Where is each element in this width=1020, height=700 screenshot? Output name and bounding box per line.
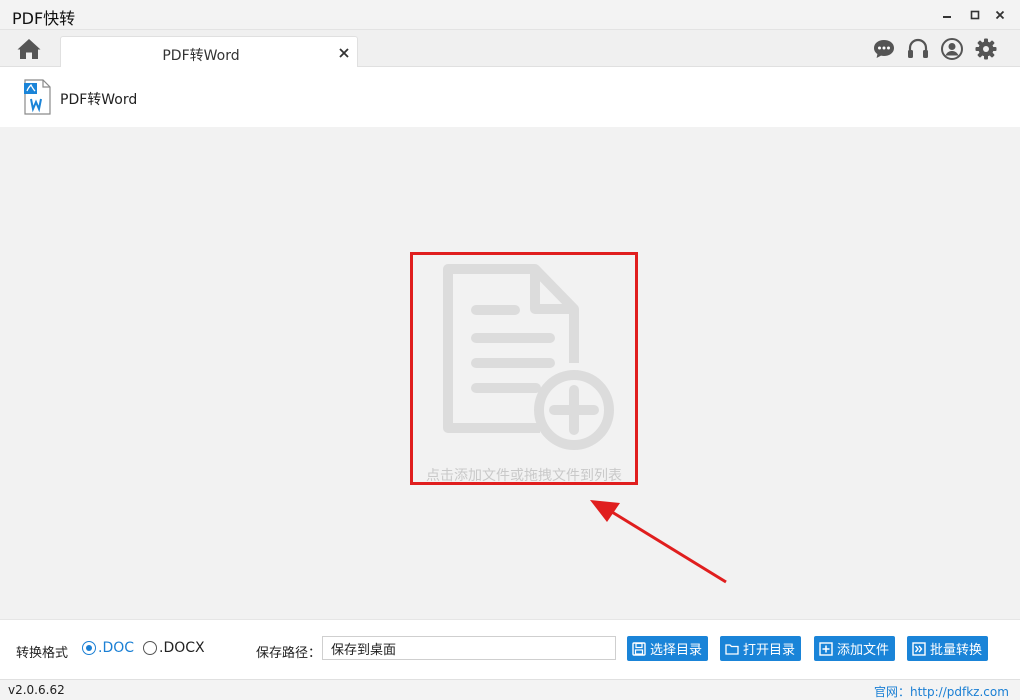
pdf-to-word-icon: [22, 79, 52, 115]
module-header: PDF转Word: [0, 67, 1020, 127]
tab-bar: PDF转Word: [0, 30, 1020, 68]
file-list-area[interactable]: 点击添加文件或拖拽文件到列表: [0, 127, 1020, 619]
maximize-button[interactable]: [964, 4, 986, 26]
bottom-toolbar: 转换格式 .DOC .DOCX 保存路径： 选择目录 打开目录 添加文件 批量转…: [0, 619, 1020, 679]
add-file-label: 添加文件: [837, 643, 890, 658]
home-button[interactable]: [16, 37, 42, 61]
headset-icon: [908, 38, 928, 58]
format-radio-doc[interactable]: .DOC: [82, 640, 134, 656]
radio-indicator[interactable]: [82, 641, 96, 655]
radio-indicator[interactable]: [143, 641, 157, 655]
module-title: PDF转Word: [60, 92, 138, 108]
add-document-icon: [443, 264, 614, 450]
settings-button[interactable]: [974, 37, 998, 61]
gear-icon: [975, 38, 997, 60]
format-label: 转换格式: [16, 646, 69, 661]
format-docx-label: .DOCX: [159, 640, 205, 656]
official-site-link[interactable]: 官网：http://pdfkz.com: [874, 683, 1009, 700]
open-dir-label: 打开目录: [743, 643, 796, 658]
choose-dir-button[interactable]: 选择目录: [627, 636, 709, 661]
minimize-button[interactable]: [936, 4, 958, 26]
chat-button[interactable]: [872, 37, 896, 61]
save-path-label: 保存路径：: [256, 646, 322, 661]
add-file-button[interactable]: 添加文件: [814, 636, 896, 661]
batch-convert-button[interactable]: 批量转换: [907, 636, 989, 661]
folder-icon: [725, 643, 739, 655]
format-radio-docx[interactable]: .DOCX: [143, 640, 205, 656]
status-bar: v2.0.6.62 官网：http://pdfkz.com: [0, 679, 1020, 700]
title-bar: PDF快转: [0, 0, 1020, 30]
account-button[interactable]: [940, 37, 964, 61]
plus-square-icon: [819, 641, 833, 656]
save-path-input[interactable]: [322, 636, 616, 660]
chat-icon: [874, 40, 894, 58]
minimize-icon: [943, 16, 951, 18]
maximize-icon: [970, 10, 980, 20]
format-doc-label: .DOC: [98, 640, 135, 656]
close-icon: [995, 10, 1005, 20]
batch-convert-label: 批量转换: [930, 643, 983, 658]
app-title: PDF快转: [12, 9, 76, 28]
support-button[interactable]: [906, 37, 930, 61]
add-file-dropzone[interactable]: 点击添加文件或拖拽文件到列表: [410, 252, 638, 485]
dropzone-hint: 点击添加文件或拖拽文件到列表: [426, 468, 622, 484]
save-icon: [632, 641, 646, 656]
tab-close-button[interactable]: [337, 45, 351, 59]
close-icon: [339, 48, 349, 58]
close-window-button[interactable]: [989, 4, 1011, 26]
user-icon: [941, 38, 963, 60]
tab-pdf-to-word[interactable]: PDF转Word: [60, 36, 358, 68]
tab-label: PDF转Word: [162, 48, 240, 64]
home-icon: [17, 39, 41, 59]
double-chevron-icon: [912, 641, 926, 656]
version-label: v2.0.6.62: [8, 683, 65, 697]
choose-dir-label: 选择目录: [650, 643, 703, 658]
open-dir-button[interactable]: 打开目录: [720, 636, 802, 661]
